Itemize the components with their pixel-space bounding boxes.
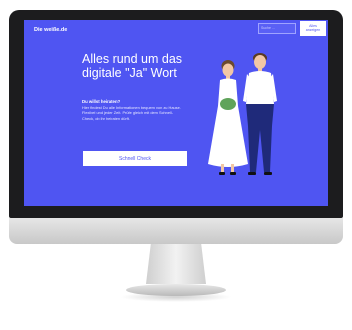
wedding-couple-illustration xyxy=(208,53,277,175)
desktop-mockup: Die weiße.de Suche ... Alles anzeigen Al… xyxy=(0,0,352,330)
schnell-check-button[interactable]: Schnell Check xyxy=(83,151,187,166)
bride-figure xyxy=(208,60,248,175)
hero-headline: Alles rund um das digitale "Ja" Wort xyxy=(82,52,183,80)
monitor-chin xyxy=(9,218,343,244)
hero-body: Hier findest Du alle Informationen beque… xyxy=(82,105,181,121)
monitor-stand-base xyxy=(126,284,226,296)
bouquet-icon xyxy=(220,98,236,110)
search-input[interactable]: Suche ... xyxy=(258,23,296,34)
monitor-stand-neck xyxy=(146,244,206,284)
website-screen: Die weiße.de Suche ... Alles anzeigen Al… xyxy=(24,20,328,206)
groom-figure xyxy=(243,53,277,175)
header-button[interactable]: Alles anzeigen xyxy=(300,21,326,36)
site-logo[interactable]: Die weiße.de xyxy=(34,27,67,33)
hero-subtitle: Du willst heiraten? xyxy=(82,99,121,104)
header-button-label: Alles anzeigen xyxy=(305,24,321,33)
